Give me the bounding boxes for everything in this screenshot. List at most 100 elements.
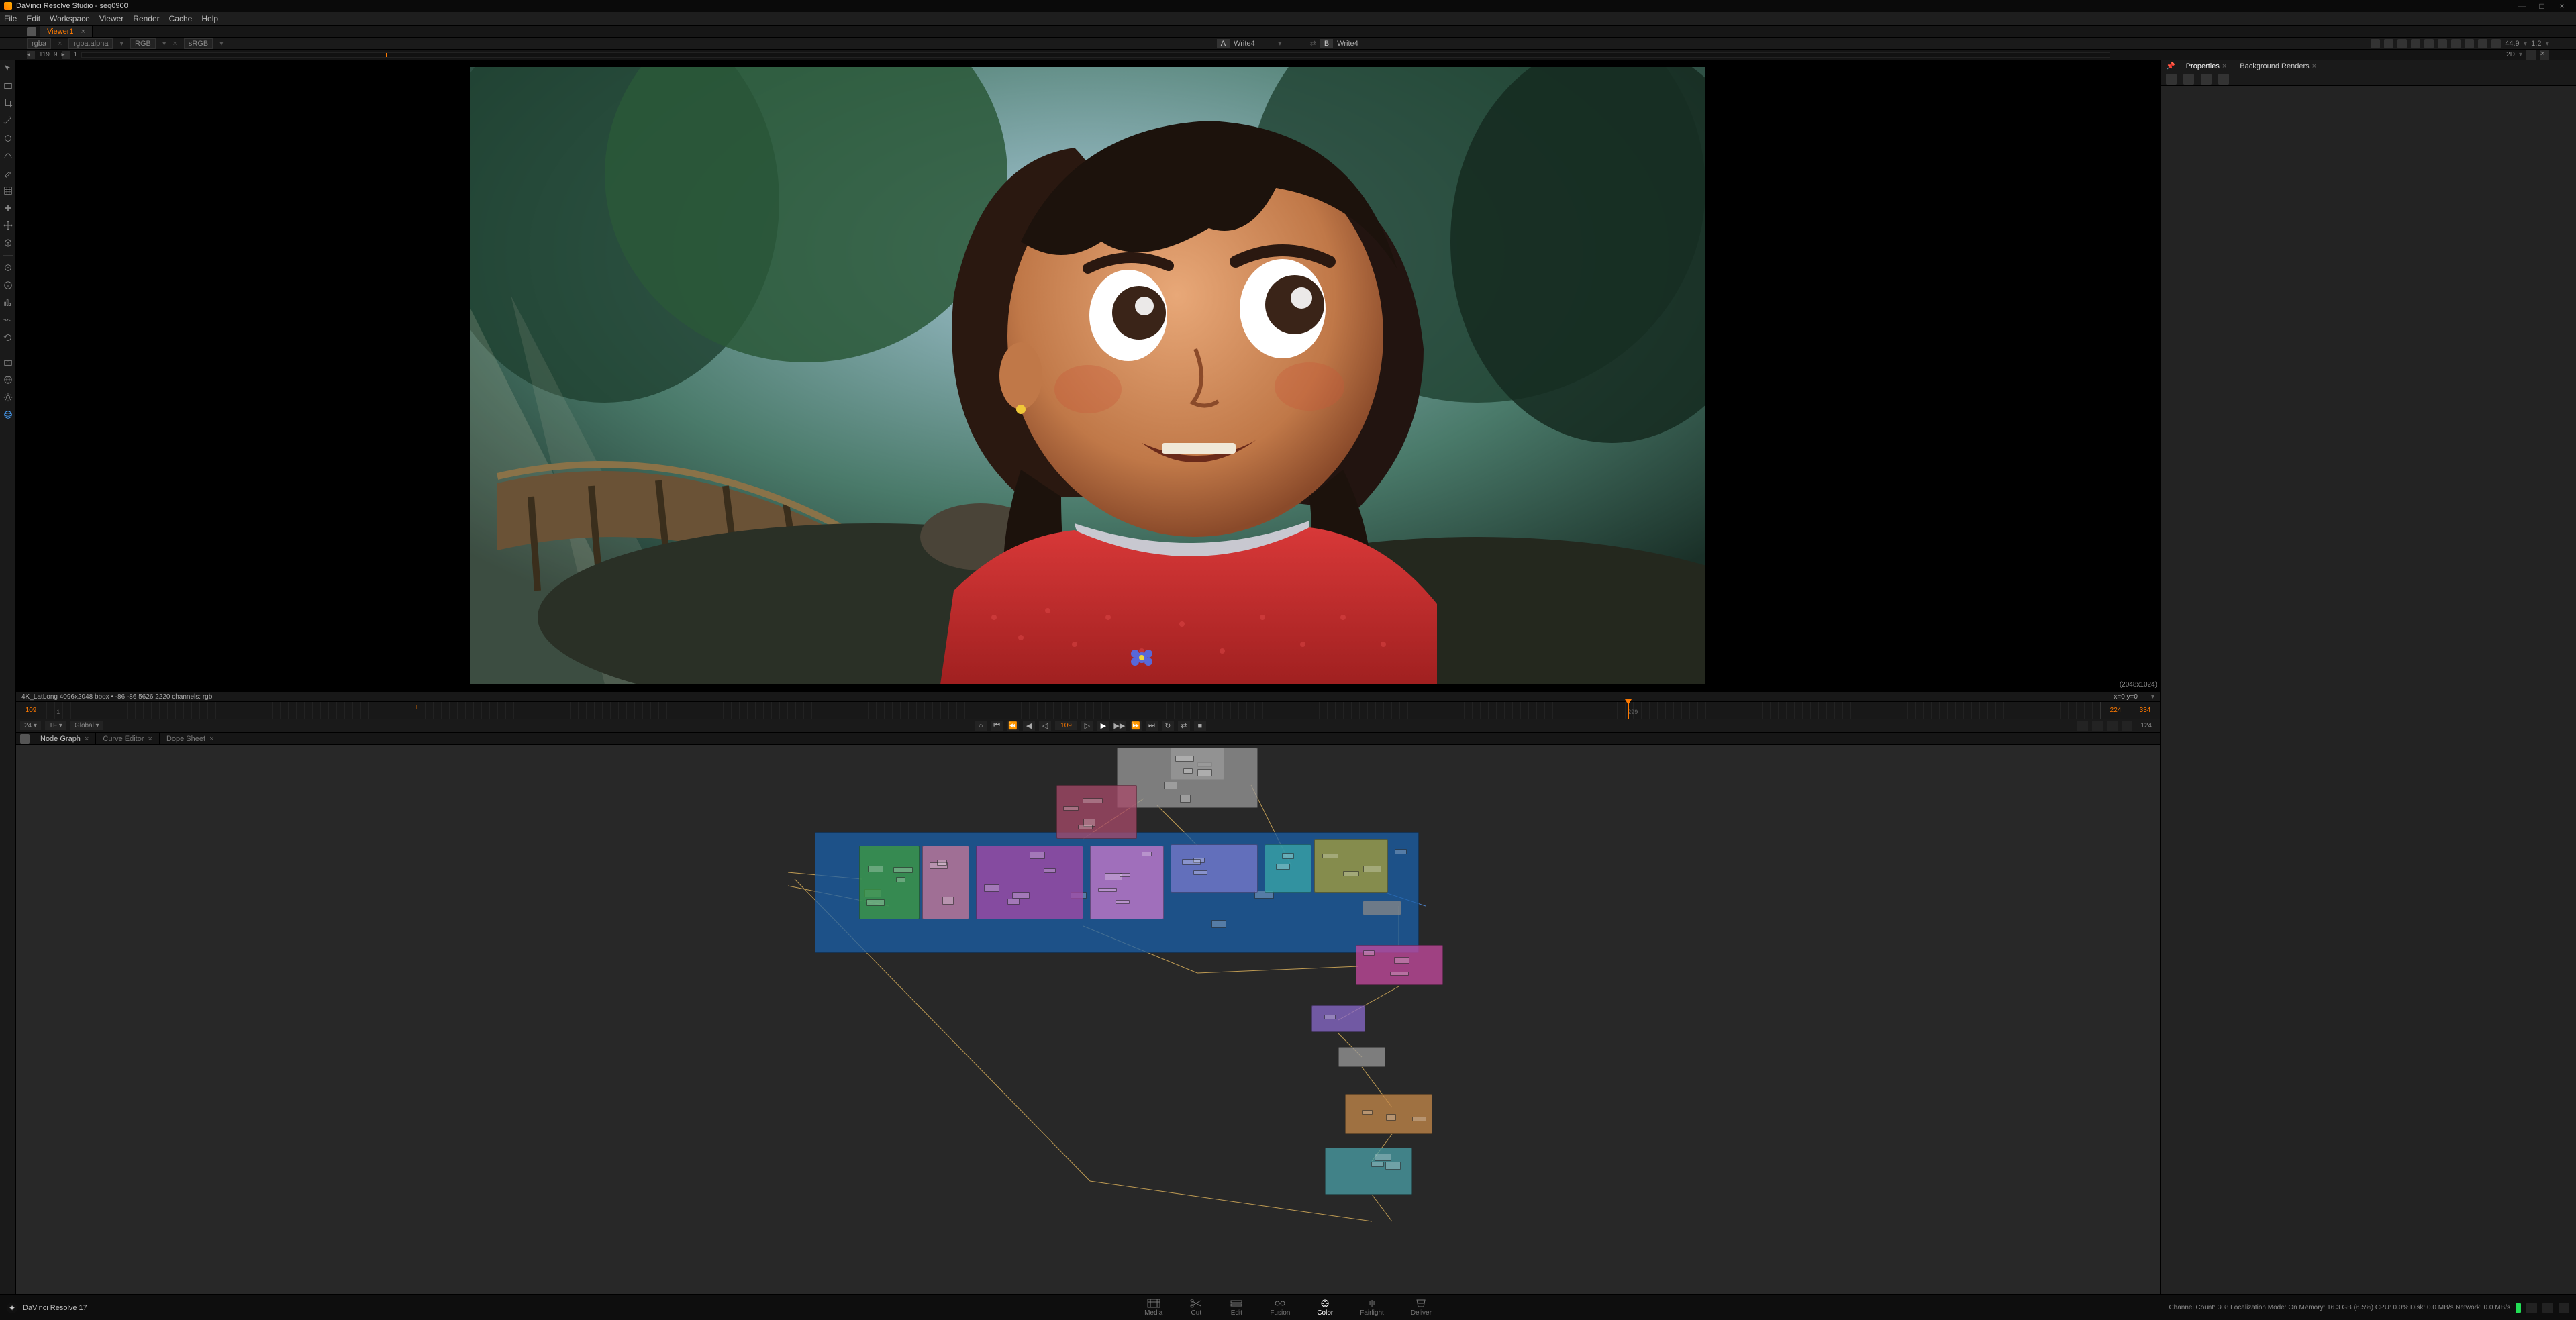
graph-node[interactable] xyxy=(984,884,999,892)
graph-node[interactable] xyxy=(1044,868,1056,872)
node-backdrop[interactable] xyxy=(859,846,920,919)
graph-node[interactable] xyxy=(1282,853,1294,859)
playback-lock-icon[interactable] xyxy=(2107,721,2118,731)
tool-info-icon[interactable] xyxy=(3,280,13,291)
graph-node[interactable] xyxy=(1324,1015,1336,1019)
frame-first-button[interactable]: ◂ xyxy=(27,51,35,59)
page-edit[interactable]: Edit xyxy=(1230,1299,1243,1317)
viewer-overlay-icon[interactable] xyxy=(2438,39,2447,48)
page-fusion[interactable]: Fusion xyxy=(1270,1299,1290,1317)
graph-node[interactable] xyxy=(1385,1162,1401,1169)
tool-target-icon[interactable] xyxy=(3,262,13,273)
graph-node[interactable] xyxy=(1183,768,1193,774)
tool-histogram-icon[interactable] xyxy=(3,297,13,308)
tab-background-renders[interactable]: Background Renders× xyxy=(2237,61,2319,72)
graph-node[interactable] xyxy=(1164,782,1177,789)
tool-sphere-active-icon[interactable] xyxy=(3,409,13,420)
graph-node[interactable] xyxy=(1120,873,1130,878)
playback-fwd-one-button[interactable]: ▷ xyxy=(1081,721,1093,731)
viewer-gamma-icon[interactable] xyxy=(2478,39,2487,48)
viewer-grid2-icon[interactable] xyxy=(2397,39,2407,48)
graph-node[interactable] xyxy=(1375,1154,1391,1161)
playback-range-dropdown[interactable]: Global ▾ xyxy=(70,721,103,730)
playback-export-icon[interactable] xyxy=(2122,721,2132,731)
graph-node[interactable] xyxy=(1371,1162,1384,1167)
playback-step-fwd-button[interactable]: ▶▶ xyxy=(1113,721,1126,731)
graph-node[interactable] xyxy=(1390,972,1409,976)
graph-node[interactable] xyxy=(866,899,885,907)
wipe-a-node[interactable]: Write4 xyxy=(1234,40,1274,48)
menu-file[interactable]: File xyxy=(4,14,17,23)
graph-node[interactable] xyxy=(1078,825,1093,829)
tool-crop-icon[interactable] xyxy=(3,98,13,109)
graph-node[interactable] xyxy=(937,860,947,866)
node-backdrop[interactable] xyxy=(1338,1047,1385,1067)
menu-cache[interactable]: Cache xyxy=(169,14,193,23)
graph-node[interactable] xyxy=(1063,806,1079,811)
node-backdrop[interactable] xyxy=(1311,1005,1365,1032)
graph-node[interactable] xyxy=(1197,769,1212,776)
graph-node[interactable] xyxy=(1322,854,1339,859)
graph-node[interactable] xyxy=(896,877,905,882)
graph-node[interactable] xyxy=(868,866,883,872)
viewer-close-icon[interactable]: ✕ xyxy=(2540,50,2549,60)
playback-stop-button[interactable]: ■ xyxy=(1194,721,1206,731)
tool-move-icon[interactable] xyxy=(3,220,13,231)
timebar-current-frame[interactable]: 224 xyxy=(2101,707,2130,714)
page-deliver[interactable]: Deliver xyxy=(1411,1299,1432,1317)
playback-current-frame[interactable]: 109 xyxy=(1055,721,1077,730)
wipe-b-node[interactable]: Write4 xyxy=(1337,40,1377,48)
graph-node[interactable] xyxy=(1098,888,1117,892)
graph-node[interactable] xyxy=(1276,864,1289,870)
timebar-ruler[interactable]: 1 299 xyxy=(46,702,2101,719)
tab-viewer1-close-icon[interactable]: × xyxy=(81,28,85,36)
playback-bounce-button[interactable]: ⇄ xyxy=(1178,721,1190,731)
graph-node[interactable] xyxy=(1007,899,1020,905)
node-backdrop[interactable] xyxy=(1363,901,1401,915)
graph-node[interactable] xyxy=(1363,950,1374,956)
viewer-info-dropdown-icon[interactable]: ▾ xyxy=(2151,693,2154,701)
graph-node[interactable] xyxy=(1363,866,1381,872)
node-backdrop[interactable] xyxy=(1171,844,1258,893)
viewer-mode-2d[interactable]: 2D xyxy=(2506,51,2515,58)
graph-node[interactable] xyxy=(1386,1114,1396,1121)
timebar-out-frame[interactable]: 334 xyxy=(2130,707,2160,714)
colorspace-primary-dropdown[interactable]: RGB xyxy=(130,38,156,49)
graph-node[interactable] xyxy=(1395,849,1406,854)
channel-alpha-dropdown[interactable]: rgba.alpha xyxy=(68,38,113,49)
tab-curve-editor[interactable]: Curve Editor× xyxy=(96,733,160,744)
menu-render[interactable]: Render xyxy=(133,14,159,23)
tab-node-graph[interactable]: Node Graph× xyxy=(34,733,96,744)
node-editor-icon[interactable] xyxy=(20,734,30,744)
playback-record-button[interactable]: ○ xyxy=(975,721,987,731)
playback-fps-dropdown[interactable]: 24 ▾ xyxy=(20,721,41,730)
timebar-in-frame[interactable]: 109 xyxy=(16,707,46,714)
viewer-maximize-icon[interactable] xyxy=(2526,50,2536,60)
menu-workspace[interactable]: Workspace xyxy=(50,14,90,23)
tab-dope-sheet[interactable]: Dope Sheet× xyxy=(160,733,221,744)
graph-node[interactable] xyxy=(942,897,954,905)
menu-viewer[interactable]: Viewer xyxy=(99,14,123,23)
viewer-clip-icon[interactable] xyxy=(2465,39,2474,48)
fullscreen-icon[interactable] xyxy=(2559,1303,2569,1313)
settings-icon[interactable] xyxy=(2542,1303,2553,1313)
graph-node[interactable] xyxy=(1182,859,1201,865)
graph-node[interactable] xyxy=(893,867,913,873)
page-cut[interactable]: Cut xyxy=(1189,1299,1203,1317)
playback-last-button[interactable]: ⏭ xyxy=(1146,721,1158,731)
graph-node[interactable] xyxy=(1083,798,1103,803)
page-fairlight[interactable]: Fairlight xyxy=(1360,1299,1384,1317)
wipe-a-label[interactable]: A xyxy=(1217,39,1230,48)
viewer-mask-icon[interactable] xyxy=(2451,39,2461,48)
viewer-zoom-ratio[interactable]: 1:2 xyxy=(2531,40,2541,48)
prop-icon-3[interactable] xyxy=(2201,74,2212,85)
tool-bezier-icon[interactable] xyxy=(3,150,13,161)
tool-refresh-icon[interactable] xyxy=(3,332,13,343)
home-icon[interactable] xyxy=(2526,1303,2537,1313)
playback-icon-a[interactable] xyxy=(2077,721,2088,731)
node-backdrop[interactable] xyxy=(1090,846,1164,919)
node-backdrop[interactable] xyxy=(1325,1148,1412,1195)
tool-gear-icon[interactable] xyxy=(3,392,13,403)
viewer-pause-icon[interactable] xyxy=(2491,39,2501,48)
timebar-in-marker[interactable] xyxy=(416,705,417,709)
